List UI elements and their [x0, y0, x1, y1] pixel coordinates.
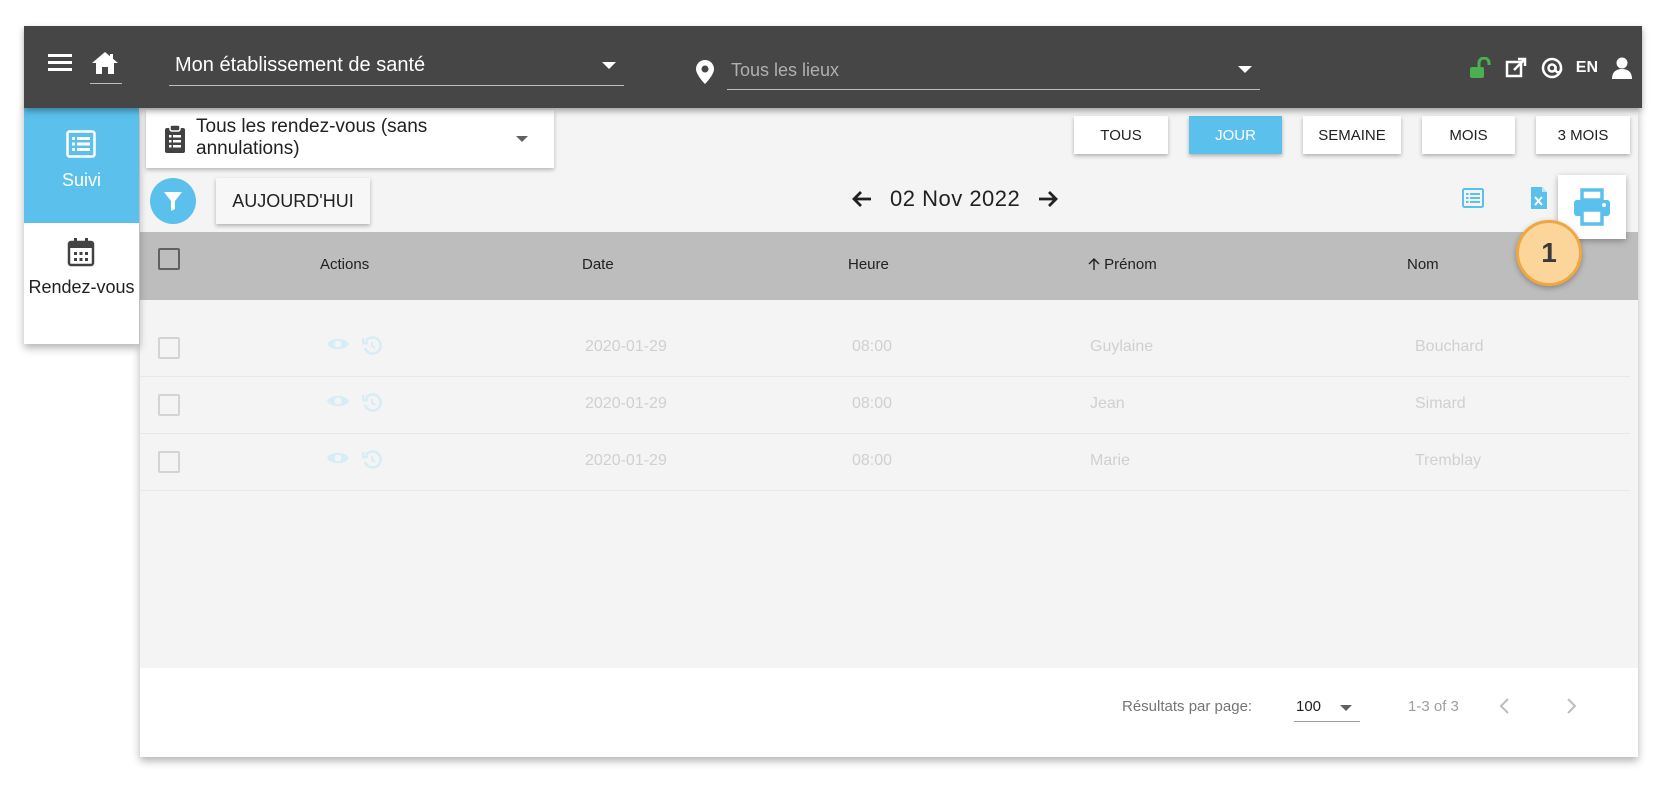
- table-row[interactable]: 2020-01-29 08:00 Jean Simard: [140, 377, 1630, 434]
- row-actions: [326, 336, 382, 356]
- column-header-prenom[interactable]: Prénom: [1088, 256, 1157, 273]
- location-placeholder: Tous les lieux: [731, 60, 840, 80]
- chevron-down-icon: [1238, 66, 1252, 73]
- excel-export-icon[interactable]: [1530, 186, 1548, 215]
- view-button-jour[interactable]: JOUR: [1189, 116, 1282, 154]
- select-all-checkbox[interactable]: [158, 248, 180, 270]
- chevron-left-icon: [1499, 698, 1509, 714]
- pagination-range: 1-3 of 3: [1408, 698, 1459, 715]
- sort-arrow-up-icon: [1088, 258, 1100, 270]
- funnel-icon: [164, 192, 182, 211]
- eye-icon[interactable]: [326, 450, 350, 466]
- view-button-mois[interactable]: MOIS: [1422, 116, 1515, 154]
- eye-icon[interactable]: [326, 393, 350, 409]
- current-date: 02 Nov 2022: [890, 186, 1021, 211]
- column-header-heure[interactable]: Heure: [848, 256, 889, 273]
- nav-item-suivi[interactable]: Suivi: [24, 106, 139, 223]
- chevron-down-icon: [602, 62, 616, 69]
- row-prenom: Marie: [1090, 452, 1131, 469]
- list-icon: [66, 130, 96, 158]
- appointment-filter-select[interactable]: Tous les rendez-vous (sans annulations): [146, 110, 554, 168]
- location-select[interactable]: Tous les lieux: [727, 50, 1260, 90]
- results-per-page-label: Résultats par page:: [1122, 698, 1253, 715]
- user-icon[interactable]: [1610, 56, 1634, 80]
- row-nom: Tremblay: [1415, 452, 1482, 469]
- row-date: 2020-01-29: [585, 338, 667, 355]
- table-header: Actions Date Heure Prénom Nom: [140, 232, 1638, 300]
- top-app-bar: Mon établissement de santé Tous les lieu…: [24, 26, 1642, 108]
- history-icon[interactable]: [362, 450, 382, 470]
- row-date: 2020-01-29: [585, 452, 667, 469]
- row-actions: [326, 393, 382, 413]
- row-actions: [326, 450, 382, 470]
- nav-label-rendezvous: Rendez-vous: [28, 277, 135, 297]
- arrow-left-icon: [852, 191, 871, 207]
- chevron-right-icon: [1567, 698, 1577, 714]
- row-prenom: Jean: [1090, 395, 1125, 412]
- row-date: 2020-01-29: [585, 395, 667, 412]
- menu-icon[interactable]: [44, 50, 76, 82]
- view-button-tous[interactable]: TOUS: [1074, 116, 1168, 154]
- filter-button[interactable]: [150, 178, 196, 224]
- chevron-down-icon: [1340, 705, 1352, 711]
- view-button-semaine[interactable]: SEMAINE: [1303, 116, 1401, 154]
- clipboard-list-icon: [165, 124, 185, 153]
- list-view-icon[interactable]: [1462, 188, 1484, 213]
- at-sign-icon[interactable]: [1540, 56, 1564, 80]
- appointment-filter-value: Tous les rendez-vous (sans annulations): [196, 116, 428, 159]
- row-nom: Bouchard: [1415, 338, 1484, 355]
- printer-icon: [1574, 188, 1610, 226]
- nav-label-suivi: Suivi: [61, 170, 101, 190]
- chevron-down-icon: [516, 136, 528, 142]
- column-header-actions: Actions: [320, 256, 370, 273]
- row-checkbox[interactable]: [158, 337, 180, 359]
- next-day-button[interactable]: [1036, 187, 1060, 211]
- establishment-value: Mon établissement de santé: [175, 54, 426, 76]
- results-per-page-value: 100: [1296, 698, 1322, 715]
- previous-day-button[interactable]: [850, 187, 874, 211]
- row-checkbox[interactable]: [158, 451, 180, 473]
- main-panel: Tous les rendez-vous (sans annulations) …: [140, 108, 1638, 757]
- column-header-nom[interactable]: Nom: [1407, 256, 1439, 273]
- row-heure: 08:00: [852, 395, 893, 412]
- row-nom: Simard: [1415, 395, 1466, 412]
- external-link-icon[interactable]: [1504, 56, 1528, 80]
- unlock-icon[interactable]: [1468, 56, 1492, 80]
- row-prenom: Guylaine: [1090, 338, 1154, 355]
- history-icon[interactable]: [362, 336, 382, 356]
- history-icon[interactable]: [362, 393, 382, 413]
- table-row[interactable]: 2020-01-29 08:00 Guylaine Bouchard: [140, 320, 1630, 377]
- arrow-right-icon: [1039, 191, 1059, 207]
- home-icon[interactable]: [90, 50, 122, 84]
- step-number-badge: 1: [1516, 220, 1582, 286]
- row-heure: 08:00: [852, 452, 893, 469]
- side-navigation: Suivi Rendez-vous: [24, 106, 139, 344]
- calendar-icon: [67, 238, 95, 267]
- column-header-date[interactable]: Date: [582, 256, 614, 273]
- establishment-select[interactable]: Mon établissement de santé: [169, 46, 624, 86]
- today-button[interactable]: AUJOURD'HUI: [216, 178, 370, 224]
- language-toggle[interactable]: EN: [1576, 59, 1598, 77]
- eye-icon[interactable]: [326, 336, 350, 352]
- row-heure: 08:00: [852, 338, 893, 355]
- view-toggle-group: TOUS JOUR SEMAINE MOIS 3 MOIS: [1074, 116, 1630, 154]
- results-per-page-select[interactable]: 100: [1294, 688, 1360, 722]
- topbar-actions: EN: [1468, 54, 1634, 82]
- column-header-prenom-label: Prénom: [1104, 256, 1157, 273]
- date-navigation: 02 Nov 2022: [850, 186, 1060, 212]
- previous-page-button[interactable]: [1492, 694, 1516, 718]
- view-button-3-mois[interactable]: 3 MOIS: [1536, 116, 1630, 154]
- row-checkbox[interactable]: [158, 394, 180, 416]
- table-footer: Résultats par page: 100 1-3 of 3: [140, 668, 1638, 757]
- table-row[interactable]: 2020-01-29 08:00 Marie Tremblay: [140, 434, 1630, 491]
- nav-item-rendezvous[interactable]: Rendez-vous: [24, 223, 139, 344]
- location-pin-icon: [696, 60, 714, 89]
- next-page-button[interactable]: [1560, 694, 1584, 718]
